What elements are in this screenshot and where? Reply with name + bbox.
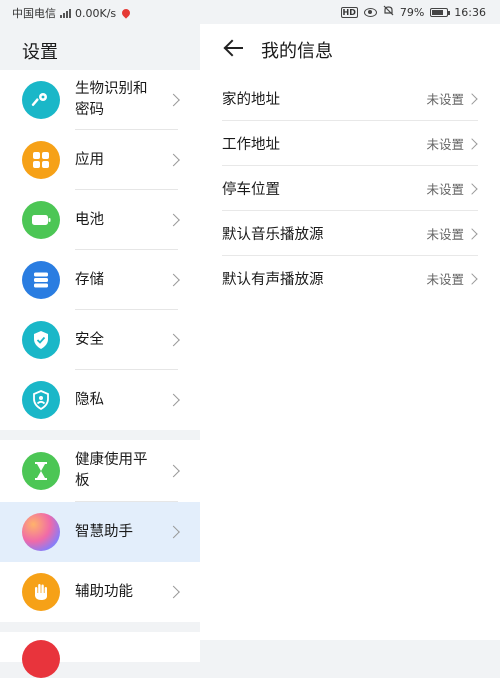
row-label: 家的地址 — [222, 92, 280, 108]
chevron-right-icon — [167, 585, 180, 599]
battery-icon — [22, 201, 60, 239]
battery-percent: 79% — [399, 5, 425, 19]
hand-icon — [22, 573, 60, 611]
sidebar-item-label: 智慧助手 — [75, 523, 133, 540]
sidebar-item-label: 健康使用平板 — [75, 452, 148, 489]
chevron-right-icon — [167, 153, 180, 167]
row-value: 未设置 — [426, 272, 464, 287]
row-value: 未设置 — [426, 182, 464, 197]
settings-sidebar: 设置 生物识别和密码 应用 电池 存储 安全 隐私 健康使用平板 智慧助手 辅助… — [0, 24, 200, 678]
sidebar-item-label: 应用 — [75, 151, 104, 168]
battery-icon — [430, 7, 451, 17]
settings-title: 设置 — [22, 42, 58, 63]
sidebar-item-battery[interactable]: 电池 — [0, 190, 200, 250]
carrier-name: 中国电信 — [12, 7, 56, 20]
sidebar-item-accessibility[interactable]: 辅助功能 — [0, 562, 200, 622]
hd-icon: HD — [340, 6, 358, 18]
sidebar-item-biometrics[interactable]: 生物识别和密码 — [0, 70, 200, 130]
row-value: 未设置 — [426, 227, 464, 242]
chevron-right-icon — [466, 137, 478, 150]
assistant-icon — [22, 513, 60, 551]
hourglass-icon — [22, 452, 60, 490]
my-info-list: 家的地址 未设置 工作地址 未设置 停车位置 未设置 默认音乐播放源 未设置 默… — [200, 76, 500, 301]
chevron-right-icon — [167, 273, 180, 287]
chevron-right-icon — [167, 93, 180, 107]
chevron-right-icon — [466, 227, 478, 240]
settings-group-3 — [0, 632, 200, 678]
chevron-right-icon — [167, 393, 180, 407]
row-value: 未设置 — [426, 137, 464, 152]
eye-comfort-icon — [363, 7, 377, 17]
sidebar-item-apps[interactable]: 应用 — [0, 130, 200, 190]
chevron-right-icon — [167, 333, 180, 347]
apps-icon — [22, 141, 60, 179]
sidebar-item-label: 生物识别和密码 — [75, 81, 148, 118]
chevron-right-icon — [167, 525, 180, 539]
info-row-home-address[interactable]: 家的地址 未设置 — [200, 76, 500, 121]
settings-menu: 生物识别和密码 应用 电池 存储 安全 隐私 健康使用平板 智慧助手 辅助功能 — [0, 70, 200, 678]
settings-group-1: 生物识别和密码 应用 电池 存储 安全 隐私 — [0, 70, 200, 430]
row-label: 默认音乐播放源 — [222, 227, 324, 243]
sidebar-item-assistant[interactable]: 智慧助手 — [0, 502, 200, 562]
chevron-right-icon — [167, 464, 180, 478]
back-arrow-icon[interactable] — [223, 39, 244, 57]
row-value: 未设置 — [426, 92, 464, 107]
sidebar-item-privacy[interactable]: 隐私 — [0, 370, 200, 430]
info-row-work-address[interactable]: 工作地址 未设置 — [200, 121, 500, 166]
storage-icon — [22, 261, 60, 299]
key-icon — [22, 81, 60, 119]
chevron-right-icon — [466, 272, 478, 285]
info-row-parking-location[interactable]: 停车位置 未设置 — [200, 166, 500, 211]
sidebar-item-label: 辅助功能 — [75, 583, 133, 600]
status-bar: 中国电信 0.00K/s HD 79% 16:36 — [0, 0, 500, 24]
row-label: 工作地址 — [222, 137, 280, 153]
sidebar-item-label: 电池 — [75, 211, 104, 228]
location-icon — [120, 7, 132, 19]
signal-icon — [60, 8, 71, 18]
mute-bell-icon — [383, 5, 394, 19]
sidebar-item-label: 隐私 — [75, 391, 104, 408]
info-row-default-music-source[interactable]: 默认音乐播放源 未设置 — [200, 211, 500, 256]
sidebar-item-storage[interactable]: 存储 — [0, 250, 200, 310]
my-info-panel: 我的信息 家的地址 未设置 工作地址 未设置 停车位置 未设置 默认音乐播放源 … — [200, 24, 500, 640]
sidebar-item-label: 存储 — [75, 271, 104, 288]
row-label: 停车位置 — [222, 182, 280, 198]
chevron-right-icon — [167, 213, 180, 227]
sidebar-item-security[interactable]: 安全 — [0, 310, 200, 370]
sidebar-item-label: 安全 — [75, 331, 104, 348]
settings-group-2: 健康使用平板 智慧助手 辅助功能 — [0, 440, 200, 622]
next-item-icon — [22, 640, 60, 678]
page-title: 我的信息 — [261, 41, 333, 62]
clock: 16:36 — [454, 5, 486, 19]
shield-check-icon — [22, 321, 60, 359]
row-label: 默认有声播放源 — [222, 272, 324, 288]
chevron-right-icon — [466, 182, 478, 195]
chevron-right-icon — [466, 92, 478, 105]
sidebar-item-digital-balance[interactable]: 健康使用平板 — [0, 440, 200, 502]
net-speed: 0.00K/s — [75, 6, 117, 20]
privacy-icon — [22, 381, 60, 419]
info-row-default-audio-source[interactable]: 默认有声播放源 未设置 — [200, 256, 500, 301]
